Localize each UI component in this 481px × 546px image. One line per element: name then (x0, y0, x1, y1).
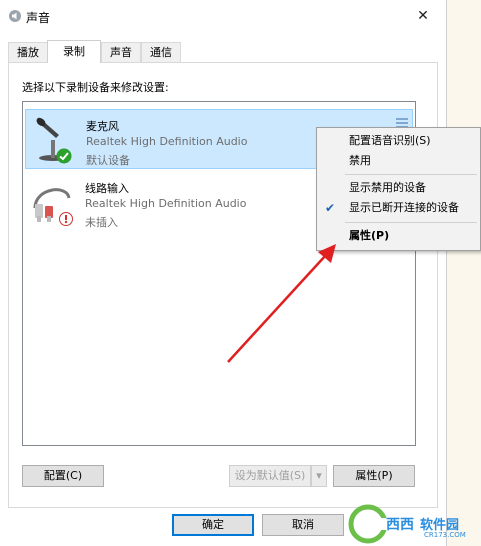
device-status: 未插入 (85, 216, 118, 229)
menu-item-show-disconnected[interactable]: ✔ 显示已断开连接的设备 (317, 198, 480, 218)
unplugged-icon (59, 212, 73, 226)
menu-item-label: 配置语音识别(S) (349, 134, 431, 147)
tab-recording[interactable]: 录制 (47, 40, 101, 63)
device-description: Realtek High Definition Audio (85, 197, 247, 210)
menu-separator (345, 222, 477, 223)
tab-sounds[interactable]: 声音 (101, 42, 141, 62)
checkmark-icon: ✔ (325, 201, 336, 215)
title-bar: 声音 ✕ (0, 0, 446, 32)
speaker-app-icon (9, 10, 21, 22)
watermark-brand: 西西 (386, 517, 414, 533)
properties-button[interactable]: 属性(P) (333, 465, 415, 487)
default-check-icon (56, 148, 72, 164)
context-menu: 配置语音识别(S) 禁用 显示禁用的设备 ✔ 显示已断开连接的设备 属性(P) (316, 127, 481, 251)
menu-separator (345, 174, 477, 175)
tab-strip: 播放 录制 声音 通信 (8, 40, 438, 63)
menu-item-label: 显示禁用的设备 (349, 181, 426, 194)
window-title: 声音 (26, 11, 51, 25)
set-default-dropdown[interactable]: ▾ (311, 465, 327, 487)
tab-playback[interactable]: 播放 (8, 42, 48, 62)
sound-dialog: 声音 ✕ 播放 录制 声音 通信 选择以下录制设备来修改设置: 麦克风 Real… (0, 0, 447, 546)
menu-item-show-disabled[interactable]: 显示禁用的设备 (317, 178, 480, 198)
chevron-down-icon: ▾ (316, 469, 322, 482)
close-icon: ✕ (417, 8, 429, 24)
background-strip (446, 0, 481, 546)
watermark-sub: CR173.COM (424, 531, 466, 539)
menu-item-label: 显示已断开连接的设备 (349, 201, 459, 214)
close-button[interactable]: ✕ (408, 3, 438, 29)
cancel-button[interactable]: 取消 (262, 514, 344, 536)
device-status: 默认设备 (86, 154, 130, 167)
tab-communications[interactable]: 通信 (141, 42, 181, 62)
instruction-label: 选择以下录制设备来修改设置: (22, 81, 169, 94)
menu-item-configure-speech[interactable]: 配置语音识别(S) (317, 131, 480, 151)
configure-button[interactable]: 配置(C) (22, 465, 104, 487)
device-description: Realtek High Definition Audio (86, 135, 248, 148)
menu-item-label: 属性(P) (349, 229, 390, 242)
device-name: 线路输入 (85, 182, 129, 195)
menu-item-disable[interactable]: 禁用 (317, 151, 480, 171)
menu-item-properties[interactable]: 属性(P) (317, 226, 480, 246)
menu-item-label: 禁用 (349, 154, 371, 167)
ok-button[interactable]: 确定 (172, 514, 254, 536)
set-default-button[interactable]: 设为默认值(S) (229, 465, 311, 487)
device-name: 麦克风 (86, 120, 119, 133)
